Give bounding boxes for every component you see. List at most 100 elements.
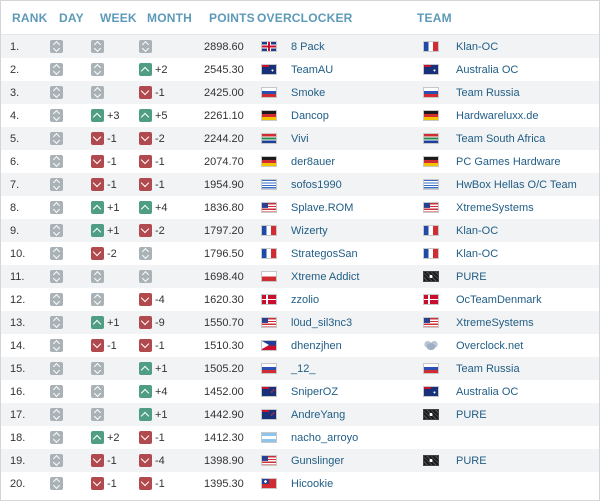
team-link[interactable]: Team Russia xyxy=(456,87,520,99)
ph-flag-icon xyxy=(261,340,277,351)
no-change-icon xyxy=(50,431,63,444)
overclocker-link[interactable]: TeamAU xyxy=(291,64,333,76)
month-change-value: -1 xyxy=(155,477,165,490)
overclocker-link[interactable]: StrategosSan xyxy=(291,248,358,260)
table-row: 13. +1 -9 1550.70 l0ud_sil3nc3 XtremeSystems xyxy=(1,311,599,334)
no-change-icon xyxy=(91,408,104,421)
team-link[interactable]: Australia OC xyxy=(456,64,518,76)
table-row: 12. -4 1620.30 zzolio OcTeamDenmark xyxy=(1,288,599,311)
header-team[interactable]: TEAM xyxy=(417,11,599,25)
points-value: 1620.30 xyxy=(204,293,244,306)
week-change-value: -1 xyxy=(107,178,117,191)
de-flag-icon xyxy=(261,110,277,121)
points-value: 2425.00 xyxy=(204,86,244,99)
points-value: 1797.20 xyxy=(204,224,244,237)
za-flag-icon xyxy=(261,133,277,144)
arrow-down-icon xyxy=(91,477,104,490)
team-link[interactable]: PURE xyxy=(456,409,487,421)
overclocker-link[interactable]: Smoke xyxy=(291,87,325,99)
table-row: 5. -1 -2 2244.20 Vivi Team South Africa xyxy=(1,127,599,150)
overclocker-link[interactable]: Vivi xyxy=(291,133,309,145)
header-rank[interactable]: RANK xyxy=(1,11,49,25)
table-header: RANK DAY WEEK MONTH POINTS OVERCLOCKER T… xyxy=(1,1,599,35)
week-change-cell xyxy=(89,63,139,76)
team-link[interactable]: XtremeSystems xyxy=(456,317,534,329)
team-link[interactable]: OcTeamDenmark xyxy=(456,294,542,306)
overclocker-link[interactable]: SniperOZ xyxy=(291,386,338,398)
overclocker-cell: Gunslinger xyxy=(261,455,423,467)
overclocker-link[interactable]: der8auer xyxy=(291,156,335,168)
team-link[interactable]: Team South Africa xyxy=(456,133,545,145)
arrow-down-icon xyxy=(139,178,152,191)
header-week[interactable]: WEEK xyxy=(89,11,137,25)
points-cell: 1954.90 xyxy=(201,179,261,191)
arrow-down-icon xyxy=(139,293,152,306)
team-link[interactable]: PURE xyxy=(456,271,487,283)
overclocker-link[interactable]: AndreYang xyxy=(291,409,345,421)
team-cell: Australia OC xyxy=(423,386,599,398)
header-overclocker[interactable]: OVERCLOCKER xyxy=(257,11,417,25)
month-change-cell: +1 xyxy=(139,362,201,375)
ar-flag-icon xyxy=(261,432,277,443)
overclocker-link[interactable]: Wizerty xyxy=(291,225,328,237)
points-value: 1954.90 xyxy=(204,178,244,191)
no-change-icon xyxy=(50,270,63,283)
overclocker-link[interactable]: zzolio xyxy=(291,294,319,306)
arrow-down-icon xyxy=(91,178,104,191)
rank-cell: 10. xyxy=(1,248,47,260)
team-cell: Hardwareluxx.de xyxy=(423,110,599,122)
overclocker-link[interactable]: dhenzjhen xyxy=(291,340,342,352)
team-link[interactable]: Klan-OC xyxy=(456,41,498,53)
overclocker-link[interactable]: Dancop xyxy=(291,110,329,122)
month-change-value: -4 xyxy=(155,293,165,306)
points-value: 2244.20 xyxy=(204,132,244,145)
ru-flag-icon xyxy=(423,363,439,374)
team-link[interactable]: Team Russia xyxy=(456,363,520,375)
day-change-cell xyxy=(47,155,89,168)
nz-flag-icon xyxy=(261,386,277,397)
overclocker-link[interactable]: _12_ xyxy=(291,363,315,375)
arrow-down-icon xyxy=(139,224,152,237)
month-change-value: -2 xyxy=(155,132,165,145)
team-cell: PC Games Hardware xyxy=(423,156,599,168)
team-link[interactable]: PURE xyxy=(456,455,487,467)
rank-cell: 12. xyxy=(1,294,47,306)
header-day[interactable]: DAY xyxy=(49,11,89,25)
header-points[interactable]: POINTS xyxy=(197,11,257,25)
team-link[interactable]: Klan-OC xyxy=(456,225,498,237)
points-cell: 2425.00 xyxy=(201,87,261,99)
day-change-cell xyxy=(47,362,89,375)
week-change-cell: +1 xyxy=(89,224,139,237)
overclocker-cell: Wizerty xyxy=(261,225,423,237)
team-link[interactable]: XtremeSystems xyxy=(456,202,534,214)
header-month[interactable]: MONTH xyxy=(137,11,197,25)
no-change-icon xyxy=(50,408,63,421)
rank-cell: 16. xyxy=(1,386,47,398)
rank-cell: 11. xyxy=(1,271,47,283)
week-change-cell: -1 xyxy=(89,339,139,352)
no-change-icon xyxy=(91,385,104,398)
rank-number: 18. xyxy=(10,431,26,444)
week-change-value: -2 xyxy=(107,247,117,260)
overclocker-link[interactable]: Gunslinger xyxy=(291,455,344,467)
team-link[interactable]: Klan-OC xyxy=(456,248,498,260)
team-link[interactable]: Overclock.net xyxy=(456,340,523,352)
team-link[interactable]: Australia OC xyxy=(456,386,518,398)
team-link[interactable]: Hardwareluxx.de xyxy=(456,110,539,122)
overclocker-link[interactable]: Hicookie xyxy=(291,478,333,490)
no-change-icon xyxy=(50,247,63,260)
table-row: 17. +1 1442.90 AndreYang PURE xyxy=(1,403,599,426)
month-change-value: +4 xyxy=(155,201,168,214)
overclocker-link[interactable]: nacho_arroyo xyxy=(291,432,358,444)
overclocker-link[interactable]: sofos1990 xyxy=(291,179,342,191)
arrow-down-icon xyxy=(91,247,104,260)
overclocker-link[interactable]: Splave.ROM xyxy=(291,202,353,214)
overclocker-link[interactable]: l0ud_sil3nc3 xyxy=(291,317,352,329)
overclocker-link[interactable]: Xtreme Addict xyxy=(291,271,359,283)
overclocker-link[interactable]: 8 Pack xyxy=(291,41,325,53)
us-flag-icon xyxy=(261,455,277,466)
month-change-cell: +2 xyxy=(139,63,201,76)
team-link[interactable]: PC Games Hardware xyxy=(456,156,561,168)
nz-flag-icon xyxy=(261,409,277,420)
team-link[interactable]: HwBox Hellas O/C Team xyxy=(456,179,577,191)
